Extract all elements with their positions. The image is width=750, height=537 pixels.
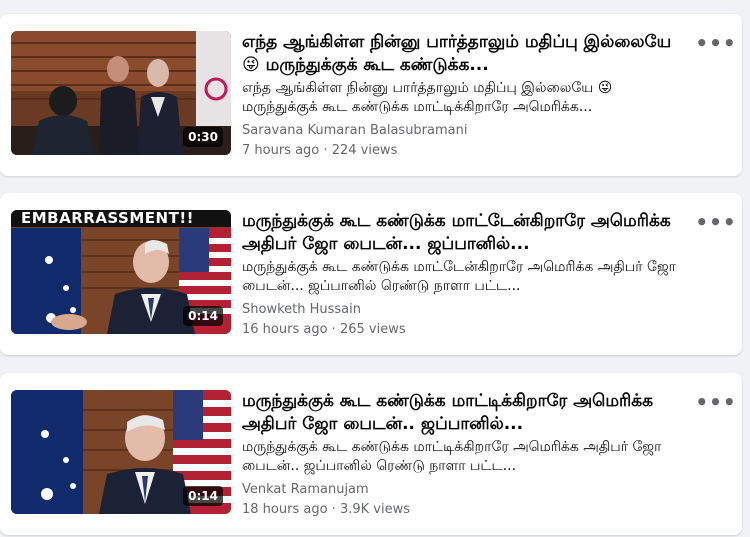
video-thumbnail[interactable]: 0:14 [11, 390, 231, 514]
video-description: மருந்துக்குக் கூட கண்டுக்க மாட்டேன்கிறார… [242, 259, 676, 294]
video-author[interactable]: Showketh Hussain [242, 301, 692, 318]
duration-badge: 0:14 [183, 486, 223, 506]
thumbnail-banner-text: EMBARRASSMENT!! [11, 210, 231, 227]
video-card[interactable]: 0:14 மருந்துக்குக் கூட கண்டுக்க மாட்டிக்… [0, 373, 742, 535]
video-thumbnail[interactable]: 0:30 [11, 31, 231, 155]
meta-separator: · [331, 322, 336, 337]
video-views: 3.9K views [339, 502, 410, 517]
video-info: எந்த ஆங்கிள்ள நின்னு பார்த்தாலும் மதிப்ப… [242, 31, 692, 159]
video-age: 7 hours ago [242, 143, 320, 158]
video-info: மருந்துக்குக் கூட கண்டுக்க மாட்டேன்கிறார… [242, 210, 692, 338]
duration-badge: 0:14 [183, 306, 223, 326]
video-author[interactable]: Saravana Kumaran Balasubramani [242, 122, 692, 139]
video-card[interactable]: EMBARRASSMENT!! 0:14 மருந்துக்குக் கூட க… [0, 193, 742, 355]
more-options-icon[interactable]: ••• [695, 211, 735, 233]
video-meta: 18 hours ago · 3.9K views [242, 501, 692, 518]
more-options-icon[interactable]: ••• [695, 32, 735, 54]
video-views: 265 views [339, 322, 406, 337]
video-thumbnail[interactable]: EMBARRASSMENT!! 0:14 [11, 210, 231, 334]
video-card[interactable]: 0:30 எந்த ஆங்கிள்ள நின்னு பார்த்தாலும் ம… [0, 14, 742, 176]
video-meta: 16 hours ago · 265 views [242, 321, 692, 338]
video-meta: 7 hours ago · 224 views [242, 142, 692, 159]
video-title[interactable]: எந்த ஆங்கிள்ள நின்னு பார்த்தாலும் மதிப்ப… [242, 31, 692, 77]
more-options-icon[interactable]: ••• [695, 391, 735, 413]
video-age: 16 hours ago [242, 322, 328, 337]
video-author[interactable]: Venkat Ramanujam [242, 481, 692, 498]
video-description: எந்த ஆங்கிள்ள நின்னு பார்த்தாலும் மதிப்ப… [242, 80, 613, 115]
meta-separator: · [331, 502, 336, 517]
video-views: 224 views [331, 143, 398, 158]
video-age: 18 hours ago [242, 502, 328, 517]
video-title[interactable]: மருந்துக்குக் கூட கண்டுக்க மாட்டிக்கிறார… [242, 390, 692, 436]
duration-badge: 0:30 [183, 127, 223, 147]
video-description: மருந்துக்குக் கூட கண்டுக்க மாட்டிக்கிறார… [242, 439, 662, 474]
meta-separator: · [323, 143, 328, 158]
video-info: மருந்துக்குக் கூட கண்டுக்க மாட்டிக்கிறார… [242, 390, 692, 518]
video-title[interactable]: மருந்துக்குக் கூட கண்டுக்க மாட்டேன்கிறார… [242, 210, 692, 256]
